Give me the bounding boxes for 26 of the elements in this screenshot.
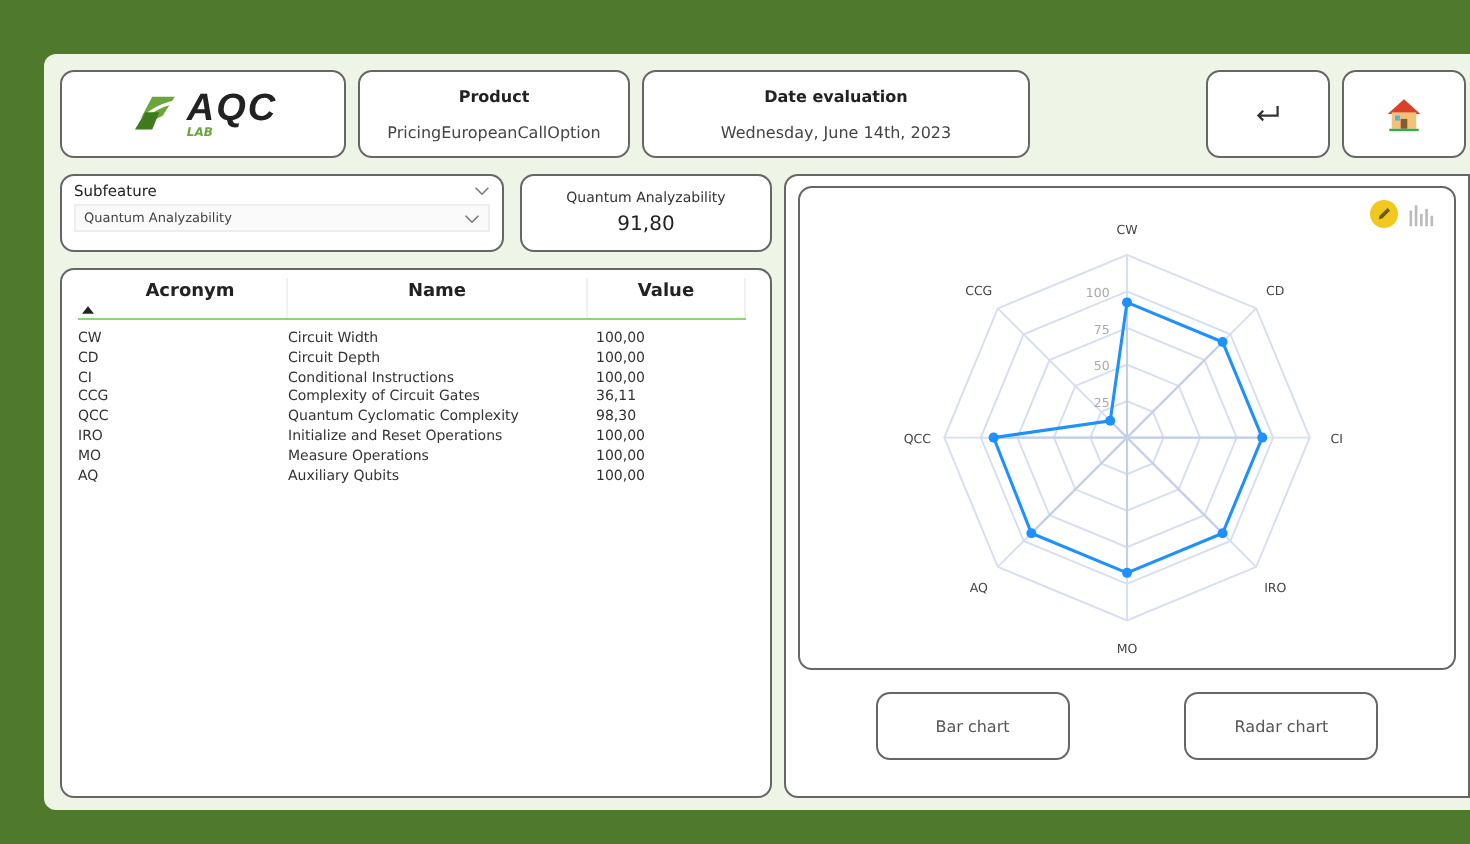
data-point: [988, 432, 999, 443]
date-value: Wednesday, June 14th, 2023: [720, 123, 952, 141]
back-button[interactable]: [1206, 70, 1330, 158]
data-point: [1026, 528, 1037, 539]
chevron-icon: [474, 186, 490, 196]
column-header[interactable]: Acronym: [78, 278, 288, 318]
product-label: Product: [458, 87, 530, 105]
return-icon: [1252, 102, 1284, 126]
data-point: [1257, 432, 1268, 443]
data-point: [1122, 297, 1132, 308]
logo-text: AQC: [186, 89, 278, 127]
date-label: Date evaluation: [764, 87, 908, 105]
pencil-icon[interactable]: [1370, 200, 1398, 228]
column-header[interactable]: Value: [588, 278, 746, 318]
chart-type-button[interactable]: Bar chart: [875, 692, 1070, 760]
column-header[interactable]: Name: [288, 278, 588, 318]
data-point: [1217, 528, 1228, 539]
chevron-icon: [464, 213, 480, 223]
score-value: 91,80: [617, 214, 675, 236]
chart-type-button[interactable]: Radar chart: [1184, 692, 1379, 760]
home-button[interactable]: [1342, 70, 1466, 158]
data-point: [1105, 415, 1116, 426]
product-value: PricingEuropeanCallOption: [387, 123, 601, 141]
data-point: [1122, 567, 1132, 578]
data-point: [1217, 337, 1228, 347]
house-icon: [1384, 96, 1424, 132]
